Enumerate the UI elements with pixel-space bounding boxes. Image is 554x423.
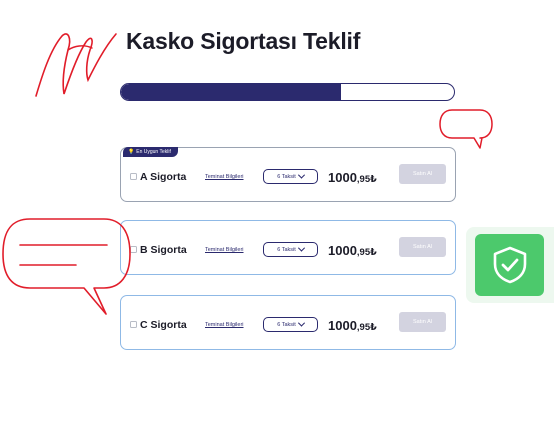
price: 1000,95₺ bbox=[328, 170, 377, 185]
shield-check-icon bbox=[493, 246, 526, 284]
offer-checkbox[interactable] bbox=[130, 321, 137, 328]
chevron-down-icon bbox=[297, 244, 305, 252]
lightbulb-icon: 💡 bbox=[128, 149, 135, 155]
installment-select[interactable]: 6 Taksit bbox=[263, 169, 318, 184]
installment-select[interactable]: 6 Taksit bbox=[263, 317, 318, 332]
price: 1000,95₺ bbox=[328, 318, 377, 333]
insurer-name: C Sigorta bbox=[140, 319, 187, 331]
shield-check-tile bbox=[475, 234, 544, 296]
installment-select[interactable]: 6 Taksit bbox=[263, 242, 318, 257]
buy-button[interactable]: Satın Al bbox=[399, 312, 446, 332]
chevron-down-icon bbox=[297, 319, 305, 327]
buy-button[interactable]: Satın Al bbox=[399, 237, 446, 257]
offer-card-b[interactable]: B Sigorta Teminat Bilgileri 6 Taksit 100… bbox=[120, 220, 456, 275]
progress-fill bbox=[121, 84, 341, 100]
buy-button[interactable]: Satın Al bbox=[399, 164, 446, 184]
offer-card-c[interactable]: C Sigorta Teminat Bilgileri 6 Taksit 100… bbox=[120, 295, 456, 350]
progress-bar bbox=[120, 83, 455, 101]
security-badge bbox=[466, 227, 554, 303]
coverage-info-link[interactable]: Teminat Bilgileri bbox=[205, 322, 244, 328]
insurer-name: B Sigorta bbox=[140, 244, 187, 256]
speech-bubble-icon bbox=[439, 109, 493, 149]
coverage-info-link[interactable]: Teminat Bilgileri bbox=[205, 247, 244, 253]
offer-checkbox[interactable] bbox=[130, 173, 137, 180]
insurer-name: A Sigorta bbox=[140, 171, 187, 183]
offer-card-a[interactable]: 💡 En Uygun Teklif A Sigorta Teminat Bilgi… bbox=[120, 147, 456, 202]
chevron-down-icon bbox=[297, 171, 305, 179]
speech-bubble-icon bbox=[2, 218, 131, 315]
price: 1000,95₺ bbox=[328, 243, 377, 258]
page-title: Kasko Sigortası Teklif bbox=[126, 28, 361, 54]
signature-scribble bbox=[35, 33, 117, 97]
best-offer-badge: 💡 En Uygun Teklif bbox=[123, 147, 178, 157]
coverage-info-link[interactable]: Teminat Bilgileri bbox=[205, 174, 244, 180]
